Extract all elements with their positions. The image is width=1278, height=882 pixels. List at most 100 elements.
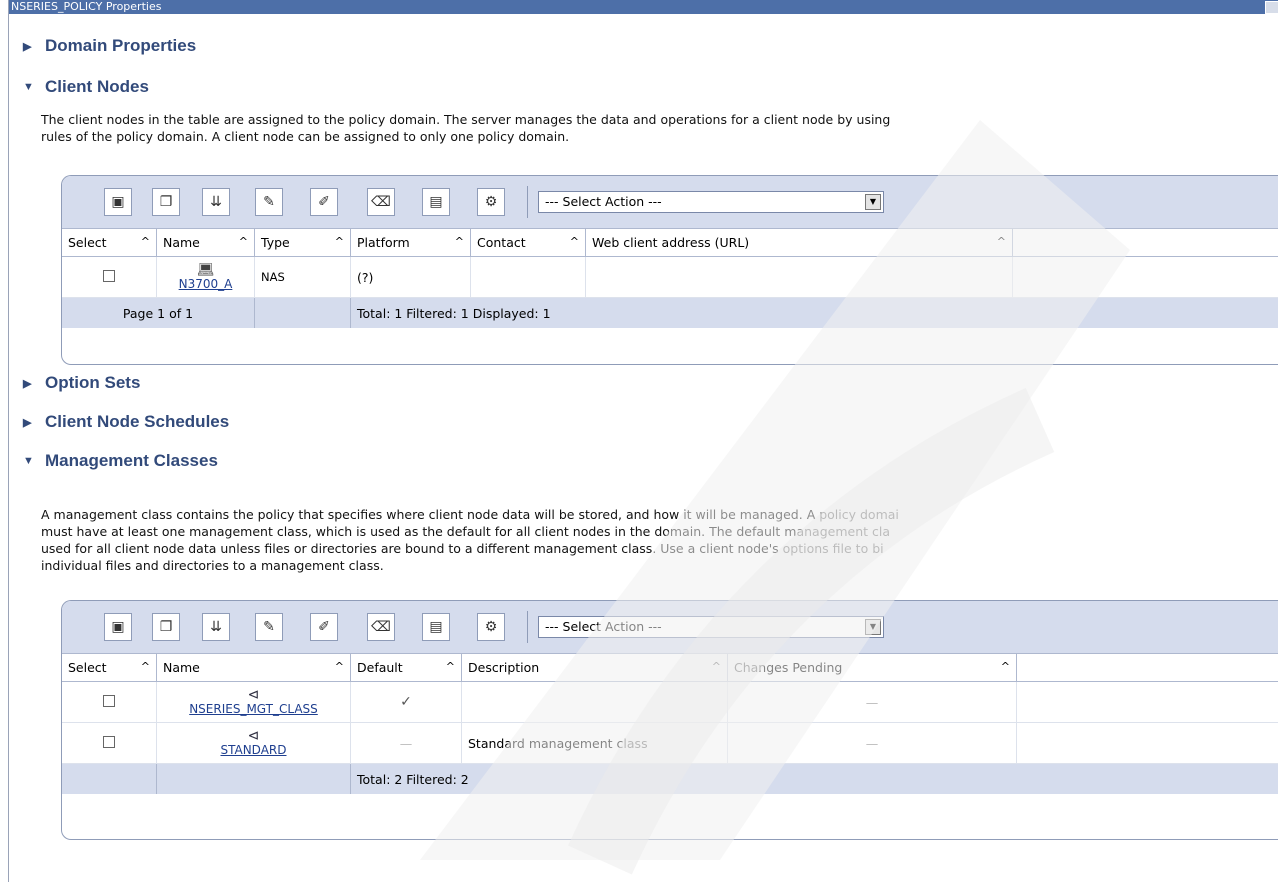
description-line: A management class contains the policy t…	[41, 507, 899, 522]
management-classes-description: A management class contains the policy t…	[41, 506, 899, 574]
column-header-url[interactable]: Web client address (URL) ^	[585, 229, 1013, 257]
expand-arrow-icon: ▶	[23, 40, 32, 53]
client-nodes-table: Select ^ Name ^ Type ^ Platform ^ Contact ^ W…	[62, 229, 1278, 328]
section-client-node-schedules[interactable]: ▶ Client Node Schedules	[23, 412, 229, 432]
footer-spacer	[254, 297, 351, 328]
select-all-icon[interactable]: ▣	[104, 613, 132, 641]
column-header-name[interactable]: Name ^	[156, 654, 351, 682]
pencil-icon[interactable]: ✐	[310, 188, 338, 216]
management-classes-table-panel: ▣ ❐ ⇊ ✎ ✐ ⌫ ▤ ⚙ --- Select Action --- ▼ …	[61, 600, 1278, 840]
column-header-filler	[1016, 654, 1278, 682]
table-summary: Total: 1 Filtered: 1 Displayed: 1	[350, 297, 1278, 328]
changes-pending-cell: —	[727, 681, 1017, 723]
properties-window: NSERIES_POLICY Properties ▶ Domain Prope…	[8, 0, 1278, 882]
column-header-select[interactable]: Select ^	[62, 229, 157, 257]
management-class-icon: ⊲	[247, 728, 260, 744]
name-cell: 💻︎ N3700_A	[156, 256, 255, 298]
column-header-name[interactable]: Name ^	[156, 229, 255, 257]
expand-arrow-icon: ▶	[23, 377, 32, 390]
filler-cell	[1016, 681, 1278, 723]
platform-cell: (?)	[350, 256, 471, 298]
management-classes-toolbar: ▣ ❐ ⇊ ✎ ✐ ⌫ ▤ ⚙ --- Select Action --- ▼	[62, 601, 1278, 654]
row-checkbox[interactable]	[103, 694, 115, 707]
description-line: individual files and directories to a ma…	[41, 558, 384, 573]
management-class-link[interactable]: NSERIES_MGT_CLASS	[189, 702, 318, 716]
select-action-label: --- Select Action ---	[545, 619, 662, 634]
row-select-cell	[62, 256, 157, 298]
section-title: Client Node Schedules	[45, 412, 230, 431]
dropdown-arrow-icon[interactable]: ▼	[865, 619, 881, 635]
deselect-all-icon[interactable]: ❐	[152, 613, 180, 641]
footer-spacer	[62, 763, 157, 794]
name-cell: ⊲ STANDARD	[156, 722, 351, 764]
edit-sort-icon[interactable]: ✎	[255, 188, 283, 216]
filler-cell	[1012, 256, 1278, 298]
select-action-dropdown[interactable]: --- Select Action --- ▼	[538, 191, 884, 213]
computer-icon: 💻︎	[196, 261, 215, 278]
toolbar-separator	[527, 186, 528, 218]
page-indicator: Page 1 of 1	[62, 297, 255, 328]
section-title: Management Classes	[45, 451, 218, 470]
changes-pending-cell: —	[727, 722, 1017, 764]
management-classes-table: Select ^ Name ^ Default ^ Description ^ Chan…	[62, 654, 1278, 794]
table-footer-row: Total: 2 Filtered: 2	[62, 763, 1278, 794]
row-checkbox[interactable]	[103, 269, 115, 282]
table-header-row: Select ^ Name ^ Default ^ Description ^ Chan…	[62, 654, 1278, 682]
node-name-link[interactable]: N3700_A	[179, 277, 233, 291]
section-title: Client Nodes	[45, 77, 149, 96]
management-class-link[interactable]: STANDARD	[220, 743, 286, 757]
columns-icon[interactable]: ▤	[422, 613, 450, 641]
section-client-nodes[interactable]: ▼ Client Nodes	[23, 77, 149, 97]
table-row: 💻︎ N3700_A NAS (?)	[62, 256, 1278, 298]
management-class-icon: ⊲	[247, 687, 260, 703]
section-domain-properties[interactable]: ▶ Domain Properties	[23, 36, 196, 56]
column-header-select[interactable]: Select ^	[62, 654, 157, 682]
client-nodes-toolbar: ▣ ❐ ⇊ ✎ ✐ ⌫ ▤ ⚙ --- Select Action --- ▼	[62, 176, 1278, 229]
table-row: ⊲ STANDARD — Standard management class —	[62, 722, 1278, 764]
footer-spacer	[156, 763, 351, 794]
column-header-changes-pending[interactable]: Changes Pending ^	[727, 654, 1017, 682]
select-action-label: --- Select Action ---	[545, 194, 662, 209]
toolbar-separator	[527, 611, 528, 643]
table-summary: Total: 2 Filtered: 2	[350, 763, 1278, 794]
column-header-description[interactable]: Description ^	[461, 654, 728, 682]
table-header-row: Select ^ Name ^ Type ^ Platform ^ Contact ^ W…	[62, 229, 1278, 257]
eraser-icon[interactable]: ⌫	[367, 188, 395, 216]
filter-icon[interactable]: ⇊	[202, 188, 230, 216]
column-header-contact[interactable]: Contact ^	[470, 229, 586, 257]
section-option-sets[interactable]: ▶ Option Sets	[23, 373, 140, 393]
table-footer-row: Page 1 of 1 Total: 1 Filtered: 1 Display…	[62, 297, 1278, 328]
url-cell	[585, 256, 1013, 298]
window-control-button[interactable]	[1265, 1, 1278, 14]
type-cell: NAS	[254, 256, 351, 298]
collapse-arrow-icon: ▼	[23, 455, 34, 467]
dropdown-arrow-icon[interactable]: ▼	[865, 194, 881, 210]
description-cell: Standard management class	[461, 722, 728, 764]
deselect-all-icon[interactable]: ❐	[152, 188, 180, 216]
edit-sort-icon[interactable]: ✎	[255, 613, 283, 641]
select-all-icon[interactable]: ▣	[104, 188, 132, 216]
default-cell: —	[350, 722, 462, 764]
row-select-cell	[62, 681, 157, 723]
section-management-classes[interactable]: ▼ Management Classes	[23, 451, 218, 471]
columns-icon[interactable]: ▤	[422, 188, 450, 216]
row-checkbox[interactable]	[103, 735, 115, 748]
description-line: must have at least one management class,…	[41, 524, 890, 539]
select-action-dropdown[interactable]: --- Select Action --- ▼	[538, 616, 884, 638]
configure-icon[interactable]: ⚙	[477, 613, 505, 641]
filler-cell	[1016, 722, 1278, 764]
column-header-default[interactable]: Default ^	[350, 654, 462, 682]
expand-arrow-icon: ▶	[23, 416, 32, 429]
column-header-platform[interactable]: Platform ^	[350, 229, 471, 257]
contact-cell	[470, 256, 586, 298]
row-select-cell	[62, 722, 157, 764]
eraser-icon[interactable]: ⌫	[367, 613, 395, 641]
section-title: Option Sets	[45, 373, 141, 392]
window-title-bar: NSERIES_POLICY Properties	[9, 0, 1278, 14]
description-cell	[461, 681, 728, 723]
section-title: Domain Properties	[45, 36, 197, 55]
configure-icon[interactable]: ⚙	[477, 188, 505, 216]
column-header-type[interactable]: Type ^	[254, 229, 351, 257]
filter-icon[interactable]: ⇊	[202, 613, 230, 641]
pencil-icon[interactable]: ✐	[310, 613, 338, 641]
